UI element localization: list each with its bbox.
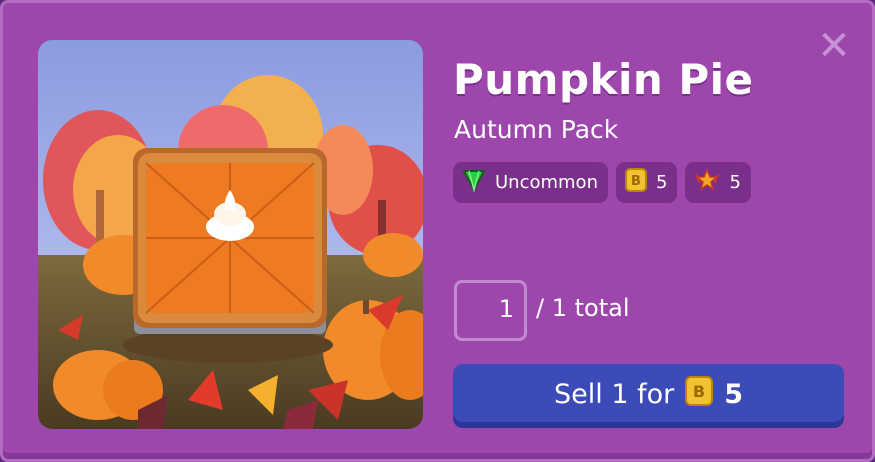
svg-text:B: B [631,174,641,189]
blook-coin-icon: B [624,167,648,198]
item-stats-badges: Uncommon B 5 5 [453,162,751,203]
item-artwork [38,40,423,429]
rarity-label: Uncommon [495,172,598,193]
coin-value: 5 [655,172,668,193]
sell-button-label: Sell 1 for [553,378,675,410]
pumpkin-pie-illustration [38,40,423,429]
xp-value-badge: 5 [685,162,751,203]
xp-value: 5 [729,172,741,193]
quantity-total: / 1 total [536,294,630,322]
item-detail-modal: ✕ Pumpkin Pie Autumn Pack Uncommon B 5 5… [0,0,875,462]
coin-value-badge: B 5 [615,162,678,203]
item-title: Pumpkin Pie [453,55,754,104]
winged-star-icon [693,168,721,197]
quantity-input[interactable]: 1 [454,280,527,341]
sell-button[interactable]: Sell 1 for B 5 [453,364,844,428]
svg-text:B: B [693,382,705,401]
close-icon[interactable]: ✕ [815,26,853,66]
rarity-badge: Uncommon [453,162,608,203]
quantity-value: 1 [498,295,514,323]
sell-price: 5 [724,378,744,410]
blook-coin-icon: B [684,375,714,414]
green-gem-icon [461,168,487,197]
item-pack-name: Autumn Pack [454,115,619,144]
